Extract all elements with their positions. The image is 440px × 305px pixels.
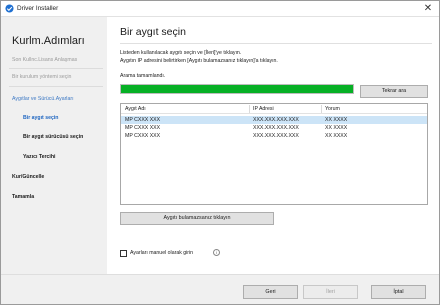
ip-address-cell: XXX.XXX.XXX.XXX	[253, 117, 299, 123]
comment-cell: XX XXXX	[325, 117, 348, 123]
search-progress-bar	[120, 84, 354, 94]
step-license: Son Kullnc.Lisans Anlaşmas	[12, 57, 78, 63]
search-status: Arama tamamlandı.	[120, 73, 166, 79]
step-install-method: Bir kurulum yöntemi seçin	[12, 74, 72, 80]
table-row[interactable]: MP CXXX XXX XXX.XXX.XXX.XXX XX XXXX	[121, 124, 427, 132]
device-name-cell: MP CXXX XXX	[125, 133, 161, 139]
column-header-ip-address[interactable]: IP Adresi	[253, 106, 274, 112]
step-finish: Tamamla	[12, 194, 35, 200]
title-divider	[120, 43, 432, 44]
installer-app-icon	[5, 4, 14, 13]
manual-settings-checkbox[interactable]	[120, 250, 127, 257]
step-divider	[9, 86, 103, 87]
column-header-comment[interactable]: Yorum	[325, 106, 340, 112]
installer-window: Driver Installer ✕ Kurlm.Adımları Son Ku…	[0, 0, 440, 305]
table-header: Aygıt Adı IP Adresi Yorum	[121, 104, 427, 114]
ip-address-cell: XXX.XXX.XXX.XXX	[253, 125, 299, 131]
cancel-button[interactable]: İptal	[371, 285, 426, 299]
steps-sidebar: Kurlm.Adımları Son Kullnc.Lisans Anlaşma…	[1, 17, 107, 274]
device-name-cell: MP CXXX XXX	[125, 117, 161, 123]
column-separator	[321, 105, 322, 113]
main-panel: Bir aygıt seçin Listeden kullanılacak ay…	[107, 17, 439, 274]
manual-settings-label[interactable]: Ayarları manuel olarak girin	[130, 250, 193, 256]
info-icon[interactable]: i	[213, 249, 220, 256]
window-title: Driver Installer	[17, 5, 59, 12]
comment-cell: XX XXXX	[325, 125, 348, 131]
step-devices-drivers: Aygıtlar ve Sürücü.Ayarları	[12, 96, 74, 102]
instruction-text-2: Aygıtın IP adresini belirtirken [Aygıtı …	[120, 58, 278, 64]
step-divider	[9, 68, 103, 69]
ip-address-cell: XXX.XXX.XXX.XXX	[253, 133, 299, 139]
column-separator	[249, 105, 250, 113]
steps-heading: Kurlm.Adımları	[12, 35, 85, 47]
close-icon[interactable]: ✕	[422, 3, 434, 15]
table-row[interactable]: MP CXXX XXX XXX.XXX.XXX.XXX XX XXXX	[121, 132, 427, 140]
instruction-text-1: Listeden kullanılacak aygıtı seçin ve [İ…	[120, 50, 242, 56]
page-title: Bir aygıt seçin	[120, 26, 186, 38]
next-button[interactable]: İleri	[303, 285, 358, 299]
step-select-device: Bir aygıt seçin	[23, 115, 59, 121]
back-button[interactable]: Geri	[243, 285, 298, 299]
device-name-cell: MP CXXX XXX	[125, 125, 161, 131]
step-printer-preference: Yazıcı Tercihi	[23, 154, 56, 160]
comment-cell: XX XXXX	[325, 133, 348, 139]
column-header-device-name[interactable]: Aygıt Adı	[125, 106, 146, 112]
progress-fill	[121, 85, 353, 93]
table-row[interactable]: MP CXXX XXX XXX.XXX.XXX.XXX XX XXXX	[121, 116, 427, 124]
device-not-found-button[interactable]: Aygıtı bulamazsanız tıklayın	[120, 212, 274, 225]
title-bar: Driver Installer ✕	[1, 1, 439, 17]
step-select-driver: Bir aygıt sürücüsü seçin	[23, 134, 84, 140]
search-again-button[interactable]: Tekrar ara	[360, 85, 428, 98]
device-table[interactable]: Aygıt Adı IP Adresi Yorum MP CXXX XXX XX…	[120, 103, 428, 205]
footer-bar: Geri İleri İptal	[1, 274, 439, 304]
step-install-update: Kur/Güncelle	[12, 174, 45, 180]
